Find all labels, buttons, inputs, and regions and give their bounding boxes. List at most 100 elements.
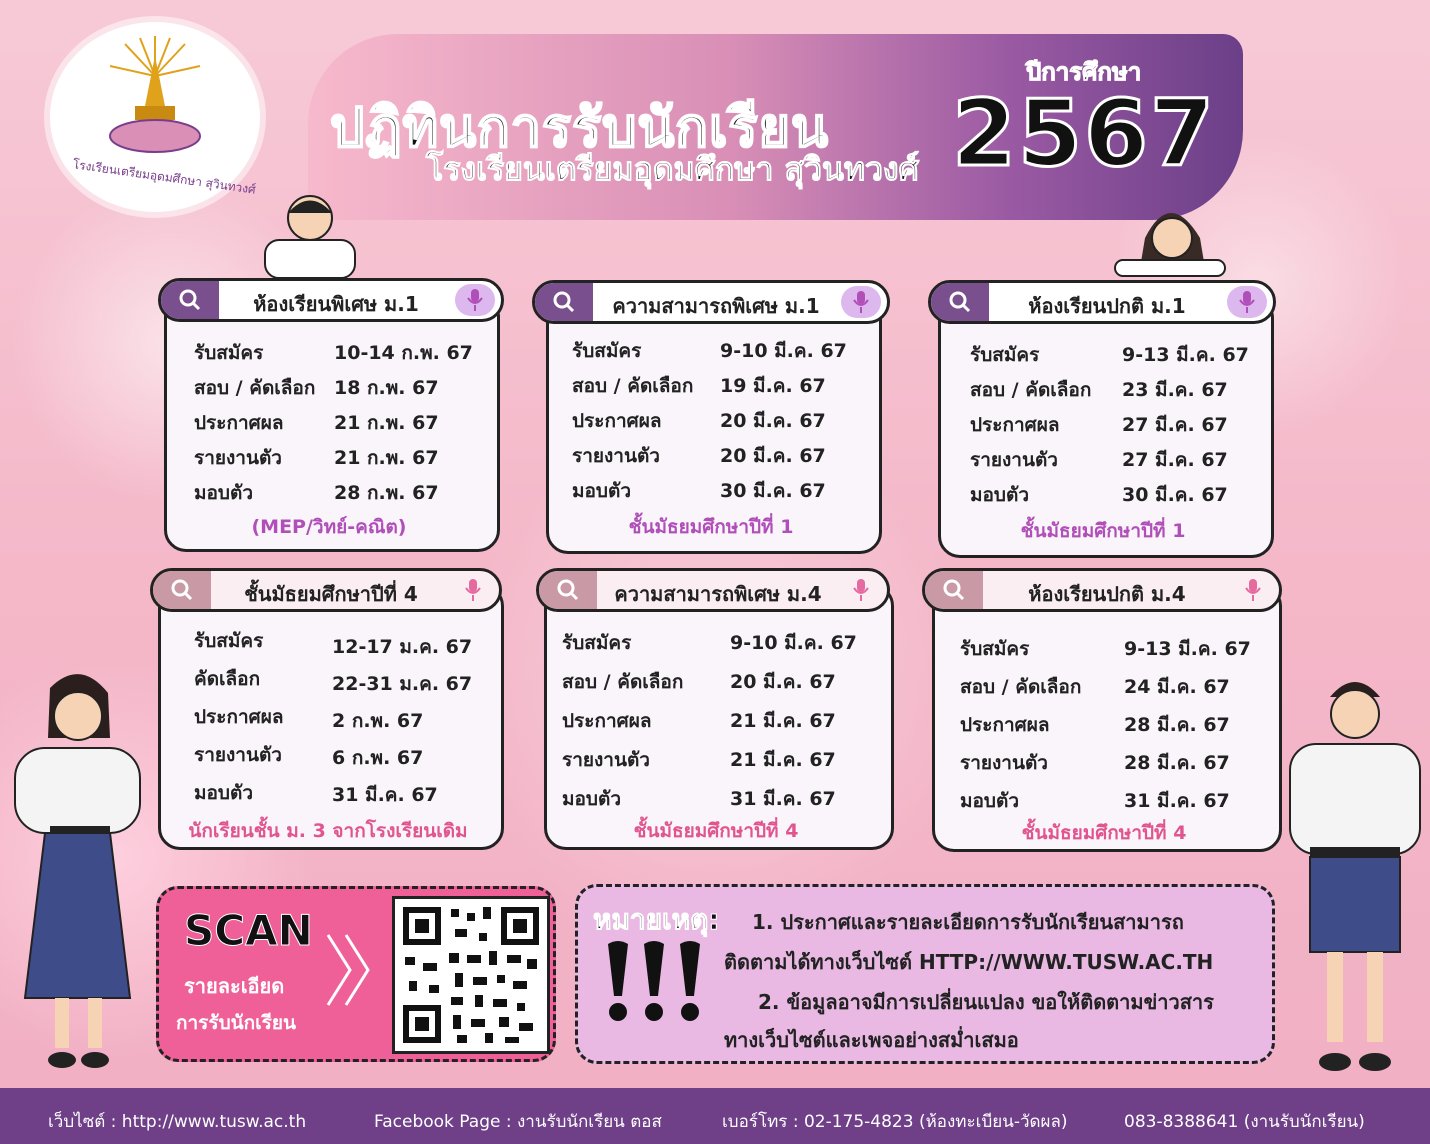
row-label: สอบ / คัดเลือก	[970, 379, 1092, 401]
row-label: รายงานตัว	[562, 749, 650, 771]
note-title: หมายเหตุ:	[592, 903, 720, 937]
row-label: ประกาศผล	[960, 714, 1050, 736]
student-girl-top-illustration	[1114, 213, 1226, 277]
qr-code[interactable]	[392, 896, 550, 1054]
row-date: 28 มี.ค. 67	[1124, 714, 1230, 736]
microphone-icon[interactable]	[453, 574, 493, 606]
row-label: มอบตัว	[960, 790, 1020, 812]
row-date: 30 มี.ค. 67	[1122, 484, 1228, 506]
chevron-right-icon	[326, 934, 370, 1006]
row-date: 21 ก.พ. 67	[334, 447, 439, 469]
row-date: 9-13 มี.ค. 67	[1122, 344, 1249, 366]
academic-year: 2567	[950, 79, 1217, 189]
row-date: 10-14 ก.พ. 67	[334, 342, 473, 364]
row-label: ประกาศผล	[562, 710, 652, 732]
row-date: 20 มี.ค. 67	[730, 671, 836, 693]
microphone-icon[interactable]	[455, 284, 495, 316]
row-date: 12-17 ม.ค. 67	[332, 636, 473, 658]
search-icon[interactable]	[925, 571, 983, 609]
row-label: สอบ / คัดเลือก	[572, 375, 694, 397]
search-icon[interactable]	[535, 283, 593, 321]
row-date: 27 มี.ค. 67	[1122, 414, 1228, 436]
microphone-icon[interactable]	[841, 286, 881, 318]
note-line-1: 1. ประกาศและรายละเอียดการรับนักเรียนสามา…	[752, 910, 1184, 934]
row-date: 27 มี.ค. 67	[1122, 449, 1228, 471]
row-date: 22-31 ม.ค. 67	[332, 673, 473, 695]
card-footer: ชั้นมัธยมศึกษาปีที่ 4	[1021, 822, 1187, 844]
search-icon[interactable]	[539, 571, 597, 609]
card-footer: ชั้นมัธยมศึกษาปีที่ 1	[628, 516, 794, 538]
row-label: ประกาศผล	[970, 414, 1060, 436]
row-label: สอบ / คัดเลือก	[960, 676, 1082, 698]
scan-heading: SCAN	[184, 906, 314, 956]
row-label: ประกาศผล	[572, 410, 662, 432]
row-date: 21 มี.ค. 67	[730, 749, 836, 771]
row-label: ประกาศผล	[194, 412, 284, 434]
microphone-icon[interactable]	[1233, 574, 1273, 606]
row-label: รับสมัคร	[562, 632, 632, 654]
card-footer: (MEP/วิทย์-คณิต)	[251, 516, 407, 538]
row-label: รับสมัคร	[572, 340, 642, 362]
row-label: รับสมัคร	[194, 630, 264, 652]
row-date: 31 มี.ค. 67	[730, 788, 836, 810]
row-date: 28 ก.พ. 67	[334, 482, 439, 504]
row-label: ประกาศผล	[194, 706, 284, 728]
row-label: รับสมัคร	[194, 342, 264, 364]
card-footer: ชั้นมัธยมศึกษาปีที่ 1	[1020, 520, 1186, 542]
row-label: มอบตัว	[970, 484, 1030, 506]
footer-phone-registrar: เบอร์โทร : 02-175-4823 (ห้องทะเบียน-วัดผ…	[722, 1112, 1068, 1132]
card-header-special-m1: ห้องเรียนพิเศษ ม.1	[158, 278, 504, 322]
row-label: รายงานตัว	[960, 752, 1048, 774]
row-date: 21 ก.พ. 67	[334, 412, 439, 434]
row-date: 23 มี.ค. 67	[1122, 379, 1228, 401]
row-label: คัดเลือก	[194, 668, 261, 690]
student-boy-top-illustration	[264, 195, 356, 278]
note-line-3: 2. ข้อมูลอาจมีการเปลี่ยนแปลง ขอให้ติดตาม…	[758, 990, 1214, 1014]
row-label: รับสมัคร	[970, 344, 1040, 366]
search-icon[interactable]	[153, 571, 211, 609]
row-date: 6 ก.พ. 67	[332, 747, 424, 769]
row-date: 18 ก.พ. 67	[334, 377, 439, 399]
student-boy-right-illustration	[1289, 682, 1421, 1071]
note-line-2: ติดตามได้ทางเว็บไซต์ HTTP://WWW.TUSW.AC.…	[724, 950, 1214, 974]
microphone-icon[interactable]	[841, 574, 881, 606]
footer-website-link[interactable]: เว็บไซต์ : http://www.tusw.ac.th	[48, 1108, 306, 1135]
row-date: 30 มี.ค. 67	[720, 480, 826, 502]
row-date: 9-10 มี.ค. 67	[720, 340, 847, 362]
row-date: 31 มี.ค. 67	[1124, 790, 1230, 812]
footer-phone-admission: 083-8388641 (งานรับนักเรียน)	[1124, 1112, 1365, 1132]
card-footer: นักเรียนชั้น ม. 3 จากโรงเรียนเดิม	[188, 820, 468, 842]
row-date: 24 มี.ค. 67	[1124, 676, 1230, 698]
exclamation-icon	[608, 941, 700, 1021]
row-label: มอบตัว	[194, 482, 254, 504]
row-label: สอบ / คัดเลือก	[194, 377, 316, 399]
card-header-regular-m4: ห้องเรียนปกติ ม.4	[922, 568, 1282, 612]
footer-facebook-link[interactable]: Facebook Page : งานรับนักเรียน ตอส	[374, 1108, 662, 1135]
row-label: รับสมัคร	[960, 638, 1030, 660]
row-date: 28 มี.ค. 67	[1124, 752, 1230, 774]
card-header-talent-m1: ความสามารถพิเศษ ม.1	[532, 280, 890, 324]
student-girl-left-illustration	[14, 674, 141, 1068]
row-date: 19 มี.ค. 67	[720, 375, 826, 397]
row-label: มอบตัว	[572, 480, 632, 502]
row-label: รายงานตัว	[194, 447, 282, 469]
row-date: 2 ก.พ. 67	[332, 710, 424, 732]
card-title: ชั้นมัธยมศึกษาปีที่ 4	[244, 582, 418, 606]
card-title: ความสามารถพิเศษ ม.1	[612, 294, 820, 318]
row-label: มอบตัว	[194, 782, 254, 804]
row-date: 9-10 มี.ค. 67	[730, 632, 857, 654]
row-label: มอบตัว	[562, 788, 622, 810]
row-label: รายงานตัว	[194, 744, 282, 766]
scan-subtitle-2: การรับนักเรียน	[176, 1012, 296, 1034]
row-label: รายงานตัว	[970, 449, 1058, 471]
card-title: ห้องเรียนพิเศษ ม.1	[253, 292, 419, 316]
card-title: ความสามารถพิเศษ ม.4	[614, 582, 822, 606]
microphone-icon[interactable]	[1227, 286, 1267, 318]
card-title: ห้องเรียนปกติ ม.1	[1028, 294, 1186, 318]
card-title: ห้องเรียนปกติ ม.4	[1028, 582, 1186, 606]
school-logo: โรงเรียนเตรียมอุดมศึกษา สุวินทวงศ์	[50, 22, 260, 212]
search-icon[interactable]	[931, 283, 989, 321]
row-date: 20 มี.ค. 67	[720, 445, 826, 467]
card-header-talent-m4: ความสามารถพิเศษ ม.4	[536, 568, 890, 612]
search-icon[interactable]	[161, 281, 219, 319]
